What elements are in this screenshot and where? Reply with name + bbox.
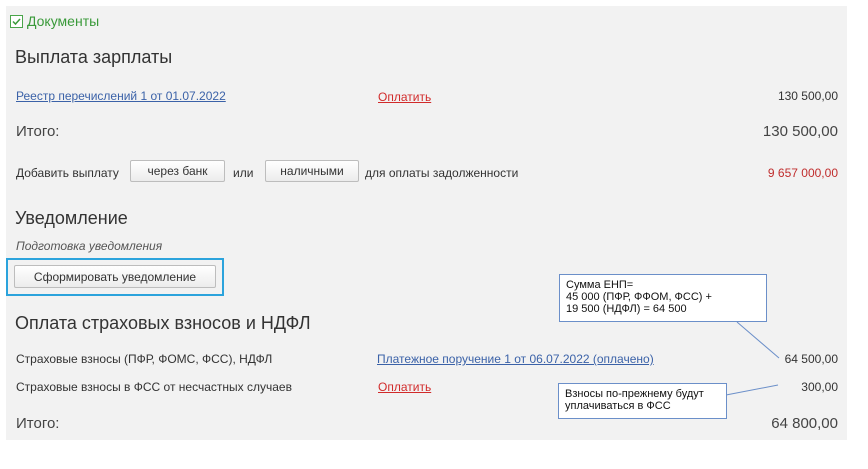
debt-amount: 9 657 000,00 xyxy=(767,166,838,180)
or-label: или xyxy=(233,166,254,180)
insurance-row-amount: 64 500,00 xyxy=(784,352,838,366)
pay-in-cash-button[interactable]: наличными xyxy=(265,160,359,182)
form-notification-button[interactable]: Сформировать уведомление xyxy=(14,265,216,288)
insurance-total-amount: 64 800,00 xyxy=(771,415,838,432)
documents-toggle[interactable]: Документы xyxy=(10,13,99,29)
collapse-checkbox-icon[interactable] xyxy=(10,14,23,28)
preparing-notification-label: Подготовка уведомления xyxy=(16,239,163,253)
documents-label: Документы xyxy=(27,13,100,29)
callout-line: уплачиваться в ФСС xyxy=(565,400,671,412)
notification-section-title: Уведомление xyxy=(15,208,128,228)
payment-order-link[interactable]: Платежное поручение 1 от 06.07.2022 (опл… xyxy=(377,352,654,366)
insurance-section-title: Оплата страховых взносов и НДФЛ xyxy=(15,313,311,333)
registry-amount: 130 500,00 xyxy=(777,89,838,103)
salary-total-label: Итого: xyxy=(16,123,60,140)
debt-label: для оплаты задолженности xyxy=(365,166,519,180)
callout-line: 19 500 (НДФЛ) = 64 500 xyxy=(566,303,687,315)
documents-panel xyxy=(6,6,847,440)
callout-line: 45 000 (ПФР, ФФОМ, ФСС) + xyxy=(566,291,712,303)
insurance-row-amount: 300,00 xyxy=(801,380,838,394)
insurance-row-label: Страховые взносы (ПФР, ФОМС, ФСС), НДФЛ xyxy=(16,352,273,366)
insurance-row-label: Страховые взносы в ФСС от несчастных слу… xyxy=(16,380,292,394)
insurance-total-label: Итого: xyxy=(16,415,60,432)
fss-contributions-callout: Взносы по-прежнему будут уплачиваться в … xyxy=(558,383,727,419)
enp-sum-callout: Сумма ЕНП= 45 000 (ПФР, ФФОМ, ФСС) + 19 … xyxy=(559,274,767,322)
registry-link[interactable]: Реестр перечислений 1 от 01.07.2022 xyxy=(16,89,226,103)
callout-line: Взносы по-прежнему будут xyxy=(565,388,704,400)
pay-fss-link[interactable]: Оплатить xyxy=(378,380,431,394)
salary-total-amount: 130 500,00 xyxy=(762,123,838,140)
salary-section-title: Выплата зарплаты xyxy=(15,47,173,67)
callout-line: Сумма ЕНП= xyxy=(566,279,634,291)
pay-registry-link[interactable]: Оплатить xyxy=(378,90,431,104)
add-payment-label: Добавить выплату xyxy=(16,166,119,180)
pay-via-bank-button[interactable]: через банк xyxy=(130,160,225,182)
